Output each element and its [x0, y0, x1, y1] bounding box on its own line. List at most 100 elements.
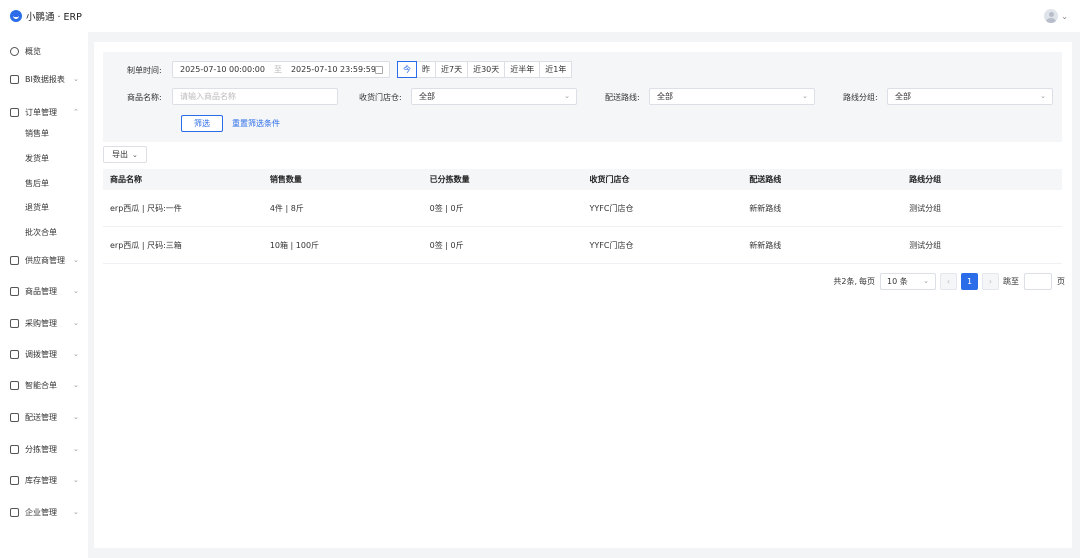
filter-button[interactable]: 筛选 [181, 115, 223, 132]
export-button[interactable]: 导出 ⌄ [103, 146, 147, 163]
submenu-item-return-order[interactable]: 退货单 [25, 202, 49, 213]
data-table: 商品名称 销售数量 已分拣数量 收货门店仓 配送路线 路线分组 erp西瓜 | … [103, 169, 1062, 264]
sidebar-item-transfer[interactable]: 调拨管理 ⌄ [0, 345, 88, 363]
supplier-icon [10, 255, 19, 265]
table-cell: 4件 | 8斤 [269, 203, 304, 213]
column-header: 销售数量 [269, 175, 302, 184]
sidebar-item-label: BI数据报表 [25, 74, 65, 84]
chevron-down-icon: ⌄ [564, 92, 570, 100]
date-label: 制单时间: [127, 66, 162, 75]
sidebar-item-label: 库存管理 [25, 475, 57, 485]
sidebar-item-label: 采购管理 [25, 318, 57, 328]
sidebar-item-bi-report[interactable]: BI数据报表 ⌄ [0, 70, 88, 88]
prev-page-button[interactable]: ‹ [940, 273, 957, 290]
sidebar-item-label: 智能合单 [25, 380, 57, 390]
quick-7days-button[interactable]: 近7天 [435, 61, 469, 78]
column-header: 配送路线 [749, 175, 782, 184]
table-header: 商品名称 销售数量 已分拣数量 收货门店仓 配送路线 路线分组 [103, 169, 1062, 190]
column-header: 路线分组 [909, 175, 942, 184]
date-range-picker[interactable]: 2025-07-10 00:00:00 至 2025-07-10 23:59:5… [172, 61, 390, 78]
sidebar-item-label: 概览 [25, 46, 41, 56]
sidebar-item-order-management[interactable]: 订单管理 ⌃ [0, 103, 88, 121]
truck-icon [10, 412, 19, 422]
sidebar-item-label: 调拨管理 [25, 349, 57, 359]
submenu-item-batch-merge[interactable]: 批次合单 [25, 227, 57, 238]
sidebar-item-supplier[interactable]: 供应商管理 ⌄ [0, 251, 88, 269]
route-label: 配送路线: [605, 93, 640, 102]
sidebar: 概览 BI数据报表 ⌄ 订单管理 ⌃ 销售单 发货单 售后单 退货单 批次合单 … [0, 32, 88, 558]
sidebar-item-delivery[interactable]: 配送管理 ⌄ [0, 408, 88, 426]
group-label: 路线分组: [843, 93, 878, 102]
quick-yesterday-button[interactable]: 昨 [416, 61, 436, 78]
date-separator: 至 [273, 65, 282, 74]
sidebar-item-smart-merge[interactable]: 智能合单 ⌄ [0, 376, 88, 394]
table-row[interactable]: erp西瓜 | 尺码:三箱 10箱 | 100斤 0签 | 0斤 YYFC门店仓… [103, 227, 1062, 264]
app-title: 小鹏通 · ERP [26, 12, 82, 23]
table-cell: 0签 | 0斤 [429, 203, 464, 213]
page-size-select[interactable]: 10 条 ⌄ [880, 273, 936, 290]
chevron-down-icon: ⌄ [802, 92, 808, 100]
column-header: 商品名称 [110, 175, 142, 184]
table-row[interactable]: erp西瓜 | 尺码:一件 4件 | 8斤 0签 | 0斤 YYFC门店仓 新新… [103, 190, 1062, 227]
chevron-down-icon: ⌄ [73, 476, 79, 484]
chevron-down-icon: ⌄ [73, 508, 79, 516]
chevron-up-icon: ⌃ [73, 108, 79, 116]
chevron-down-icon: ⌄ [73, 287, 79, 295]
table-cell: YYFC门店仓 [589, 203, 634, 213]
reset-filters-link[interactable]: 重置筛选条件 [232, 118, 280, 129]
date-end[interactable]: 2025-07-10 23:59:59 [291, 65, 376, 74]
sidebar-item-inventory[interactable]: 库存管理 ⌄ [0, 471, 88, 489]
sidebar-item-enterprise[interactable]: 企业管理 ⌄ [0, 503, 88, 521]
store-select[interactable]: 全部 ⌄ [411, 88, 577, 105]
jump-label: 跳至 [1003, 277, 1019, 286]
page-jump-input[interactable] [1024, 273, 1052, 290]
quick-today-button[interactable]: 今 [397, 61, 417, 78]
chevron-down-icon: ⌄ [923, 277, 929, 285]
sidebar-item-label: 商品管理 [25, 286, 57, 296]
submenu-item-shipping-order[interactable]: 发货单 [25, 153, 49, 164]
export-label: 导出 [112, 150, 128, 159]
quick-date-buttons: 今 昨 近7天 近30天 近半年 近1年 [397, 61, 573, 78]
sidebar-item-sorting[interactable]: 分拣管理 ⌄ [0, 440, 88, 458]
sidebar-item-label: 订单管理 [25, 107, 57, 117]
order-icon [10, 107, 19, 117]
store-value: 全部 [419, 92, 435, 101]
submenu-item-sales-order[interactable]: 销售单 [25, 128, 49, 139]
top-bar: 小鹏通 · ERP ⌄ [0, 0, 1080, 32]
next-page-button[interactable]: › [982, 273, 999, 290]
table-cell: 测试分组 [909, 203, 942, 213]
page-button-current[interactable]: 1 [961, 273, 978, 290]
transfer-icon [10, 349, 19, 359]
group-select[interactable]: 全部 ⌄ [887, 88, 1053, 105]
table-cell: 新新路线 [749, 240, 782, 250]
sidebar-item-label: 企业管理 [25, 507, 57, 517]
goods-icon [10, 286, 19, 296]
chevron-down-icon[interactable]: ⌄ [1061, 12, 1068, 21]
chevron-down-icon: ⌄ [73, 445, 79, 453]
table-cell: erp西瓜 | 尺码:一件 [110, 203, 182, 213]
quick-30days-button[interactable]: 近30天 [467, 61, 506, 78]
sidebar-item-goods[interactable]: 商品管理 ⌄ [0, 282, 88, 300]
chevron-down-icon: ⌄ [73, 381, 79, 389]
grid-icon [10, 380, 19, 390]
user-menu[interactable]: ⌄ [1044, 9, 1068, 23]
chevron-down-icon: ⌄ [73, 350, 79, 358]
submenu-item-aftersale-order[interactable]: 售后单 [25, 178, 49, 189]
avatar[interactable] [1044, 9, 1059, 23]
date-start[interactable]: 2025-07-10 00:00:00 [180, 65, 265, 74]
clock-icon [10, 46, 19, 56]
route-select[interactable]: 全部 ⌄ [649, 88, 815, 105]
sidebar-item-overview[interactable]: 概览 [0, 42, 88, 60]
page-suffix: 页 [1057, 277, 1065, 286]
quick-1year-button[interactable]: 近1年 [539, 61, 573, 78]
product-name-input[interactable]: 请输入商品名称 [172, 88, 338, 105]
sidebar-item-purchase[interactable]: 采购管理 ⌄ [0, 314, 88, 332]
page-size-value: 10 条 [887, 277, 908, 286]
product-label: 商品名称: [127, 93, 162, 102]
column-header: 收货门店仓 [589, 175, 630, 184]
column-header: 已分拣数量 [429, 175, 470, 184]
calendar-icon[interactable] [375, 66, 383, 74]
sidebar-item-label: 供应商管理 [25, 255, 65, 265]
table-cell: 0签 | 0斤 [429, 240, 464, 250]
quick-halfyear-button[interactable]: 近半年 [504, 61, 541, 78]
